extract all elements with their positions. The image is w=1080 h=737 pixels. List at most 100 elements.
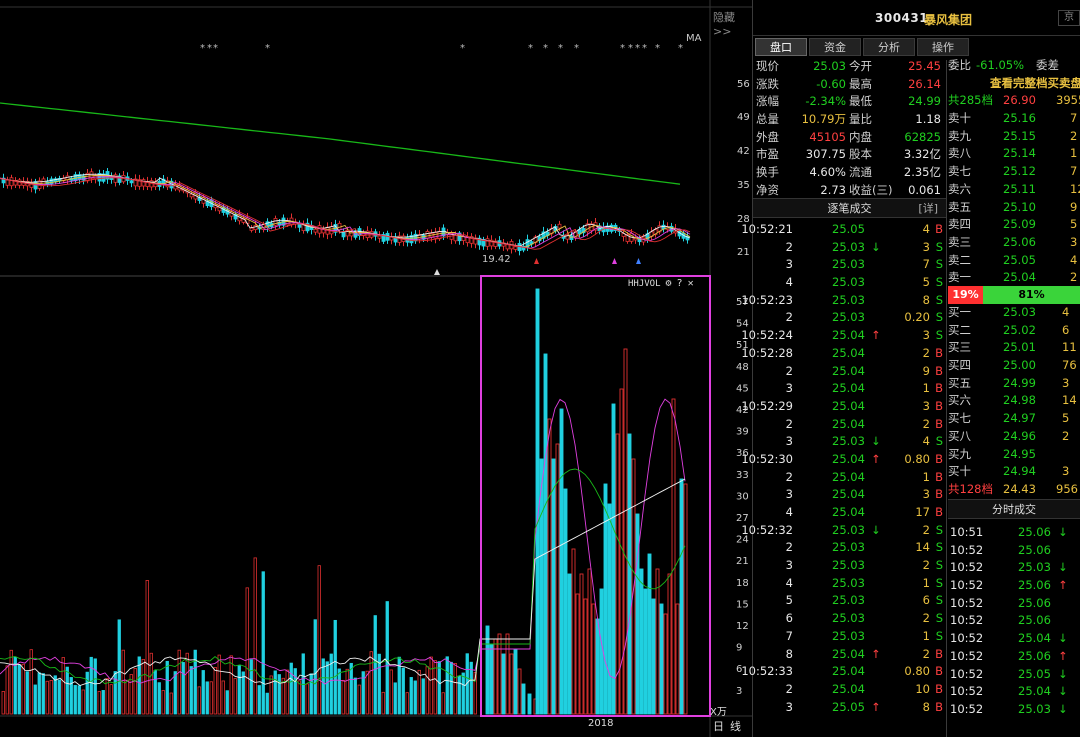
ticks-title: 逐笔成交 [827, 202, 872, 215]
volume-bar [25, 671, 29, 715]
tick-row: 10:52:23 25.03 8 S [741, 292, 946, 310]
volume-bar [109, 684, 113, 715]
buy-level-row[interactable]: 买三 25.01 11 [948, 339, 1080, 357]
volume-bar [429, 656, 433, 715]
tab-zijin[interactable]: 资金 [809, 38, 861, 56]
tick-side: S [935, 593, 943, 608]
sell-level-row[interactable]: 卖一 25.04 2 [948, 269, 1080, 287]
sell-level-row[interactable]: 卖九 25.15 2 [948, 128, 1080, 146]
full-orderbook-link[interactable]: 查看完整档买卖盘 [990, 75, 1080, 93]
fenshi-arrow: ↓ [1058, 631, 1068, 646]
tick-volume: 2 [922, 611, 930, 626]
quote-label: 涨幅 [756, 94, 779, 109]
tab-caozuo[interactable]: 操作 [917, 38, 969, 56]
sell-level-row[interactable]: 卖八 25.14 1 [948, 145, 1080, 163]
close-icon[interactable]: ✕ [688, 278, 694, 289]
order-book: 委比 -61.05% 委差查看完整档买卖盘共285档 26.90 3955 卖十 25.16… [948, 57, 1080, 287]
sell-level-row[interactable]: 卖七 25.12 7 [948, 163, 1080, 181]
tick-side: B [935, 505, 943, 519]
buy-level-row[interactable]: 买十 24.94 3 [948, 463, 1080, 481]
sell-level-row[interactable]: 卖二 25.05 4 [948, 252, 1080, 270]
buy-level-row[interactable]: 买五 24.99 3 [948, 375, 1080, 393]
ticks-detail-link[interactable]: [详] [918, 199, 938, 219]
period-tab-day[interactable]: 日 [713, 718, 724, 734]
quote-value: 25.45 [908, 59, 941, 73]
tick-time: 3 [785, 381, 793, 396]
sell-level-price: 25.15 [1003, 128, 1036, 143]
volume-bar [181, 662, 185, 715]
quote-value: 3.32亿 [903, 147, 941, 162]
tick-price: 25.04 [832, 363, 865, 378]
indicator-name[interactable]: HHJVOL [628, 279, 661, 289]
tick-side: B [935, 363, 943, 378]
full-orderbook-row: 查看完整档买卖盘 [948, 75, 1080, 93]
buy-level-row[interactable]: 买一 25.03 4 [948, 304, 1080, 322]
gear-icon[interactable]: ⚙ [666, 278, 672, 289]
fenshi-price: 25.06 [1018, 525, 1051, 539]
buy-level-volume: 3 [1062, 464, 1070, 479]
volume-bar [73, 685, 77, 715]
volume-bar [325, 661, 329, 715]
fenshi-price: 25.04 [1018, 631, 1051, 646]
volume-bar [623, 348, 628, 715]
volume-bar [45, 680, 49, 715]
buy-level-row[interactable]: 买九 24.95 [948, 446, 1080, 464]
signal-star: * [574, 43, 579, 54]
buy-level-row[interactable]: 买七 24.97 5 [948, 410, 1080, 428]
tick-volume: 0.20 [904, 310, 930, 325]
tick-price: 25.04 [832, 381, 865, 396]
quote-label: 外盘 [756, 129, 779, 144]
sell-level-row[interactable]: 卖五 25.10 9 [948, 199, 1080, 217]
quote-value: -2.34% [805, 94, 846, 109]
tick-side: B [935, 646, 943, 661]
tick-price: 25.03 [832, 575, 865, 590]
tick-price: 25.04 [832, 328, 865, 343]
volume-bar [213, 666, 217, 715]
signal-star: * [543, 43, 548, 54]
volume-bar [257, 685, 261, 715]
sell-level-price: 25.11 [1003, 181, 1036, 196]
quote-row: 现价 25.03 今开 25.45 [756, 58, 946, 76]
tick-row: 4 25.04 17 B [753, 504, 946, 522]
period-tab-line[interactable]: 线 [730, 718, 741, 734]
tick-time: 10:52:32 [741, 522, 793, 537]
exchange-button[interactable]: 京 [1058, 10, 1080, 26]
quote-label: 净资 [756, 182, 779, 197]
sell-level-row[interactable]: 卖十 25.16 7 [948, 110, 1080, 128]
volume-bar [253, 557, 257, 715]
tab-fenxi[interactable]: 分析 [863, 38, 915, 56]
volume-bar [53, 675, 57, 715]
kline-chart-area: 56 49 42 35 28 21 57 54 51 48 45 42 39 36 33 30 27 24 21 18… [0, 0, 752, 737]
hide-panel-button[interactable]: 隐藏>> [713, 9, 752, 38]
volume-bar [543, 353, 548, 715]
sell-level-row[interactable]: 卖三 25.06 3 [948, 234, 1080, 252]
volume-bar [241, 671, 245, 715]
tick-price: 25.04 [832, 505, 865, 519]
quote-label: 内盘 [849, 129, 872, 144]
volume-bar [417, 669, 421, 715]
volume-tick-label: 18 [736, 578, 749, 589]
ticks-list[interactable]: 10:52:21 25.05 4 B 2 25.03 ↓ 3 S 3 25.03 7 S 4 25.03 5 S… [741, 221, 946, 716]
volume-bar [421, 678, 425, 715]
quote-value: 1.18 [915, 112, 941, 127]
sell-level-price: 25.14 [1003, 146, 1036, 161]
tick-time: 4 [785, 505, 793, 519]
tick-time: 10:52:30 [741, 451, 793, 466]
buy-level-row[interactable]: 买二 25.02 6 [948, 322, 1080, 340]
buy-level-row[interactable]: 买六 24.98 14 [948, 392, 1080, 410]
sell-level-row[interactable]: 卖六 25.11 12 [948, 181, 1080, 199]
buy-level-row[interactable]: 买四 25.00 76 [948, 357, 1080, 375]
sell-level-label: 卖三 [948, 234, 971, 249]
buy-level-label: 买十 [948, 464, 971, 479]
signal-marker [534, 258, 539, 264]
volume-bar [149, 652, 153, 715]
volume-bar [453, 662, 457, 715]
buy-level-row[interactable]: 买八 24.96 2 [948, 428, 1080, 446]
fenshi-list[interactable]: 10:51 25.06 ↓ 10:52 25.06 10:52 25.03 ↓ 10:52 25.… [948, 524, 1080, 719]
tab-pankou[interactable]: 盘口 [755, 38, 807, 56]
sell-level-label: 卖八 [948, 146, 971, 161]
fenshi-time: 10:52 [950, 701, 984, 716]
sell-level-row[interactable]: 卖四 25.09 5 [948, 216, 1080, 234]
help-icon[interactable]: ? [677, 278, 683, 289]
buy-level-price: 25.03 [1003, 305, 1036, 319]
